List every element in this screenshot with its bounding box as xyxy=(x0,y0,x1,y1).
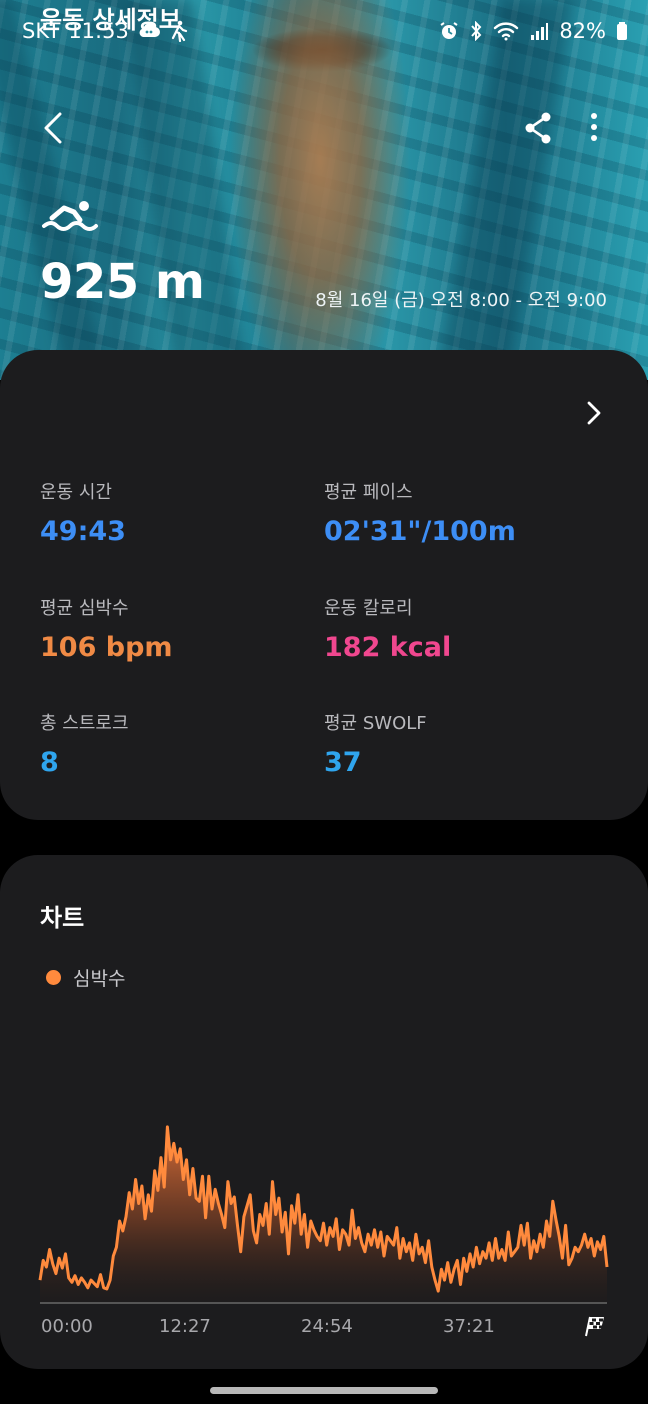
wifi-icon xyxy=(494,22,519,41)
chart-title: 차트 xyxy=(40,904,85,932)
more-options-icon[interactable] xyxy=(580,108,608,148)
x-tick-label: 00:00 xyxy=(41,1316,93,1337)
metric-value: 182 kcal xyxy=(324,632,452,663)
swimming-icon xyxy=(42,201,98,231)
metric-label: 평균 SWOLF xyxy=(324,713,427,734)
home-indicator[interactable] xyxy=(210,1387,438,1394)
distance-value: 925 m xyxy=(40,254,205,310)
legend-dot xyxy=(46,970,61,985)
back-arrow-icon[interactable] xyxy=(36,108,72,148)
metric-label: 운동 칼로리 xyxy=(324,598,413,619)
metric-label: 총 스트로크 xyxy=(40,713,129,734)
metric-label: 평균 페이스 xyxy=(324,482,413,503)
pool-lane-shadow xyxy=(0,0,108,380)
bluetooth-icon xyxy=(471,21,482,41)
metric-value: 37 xyxy=(324,747,362,778)
metric-value: 49:43 xyxy=(40,516,126,547)
battery-icon xyxy=(617,22,627,40)
heart-rate-chart[interactable] xyxy=(38,1110,609,1305)
finish-flag-icon xyxy=(585,1316,604,1337)
metric-value: 02'31"/100m xyxy=(324,516,516,547)
alarm-icon xyxy=(440,22,458,39)
metric-duration: 운동 시간 49:43 xyxy=(40,478,320,547)
metric-total-strokes: 총 스트로크 8 xyxy=(40,709,320,778)
x-tick-label: 37:21 xyxy=(443,1316,495,1337)
legend-label: 심박수 xyxy=(73,968,126,990)
pool-lane-shadow xyxy=(436,0,574,380)
chart-legend: 심박수 xyxy=(46,964,125,991)
metric-label: 운동 시간 xyxy=(40,482,112,503)
metric-value: 8 xyxy=(40,747,59,778)
workout-date-range: 8월 16일 (금) 오전 8:00 - 오전 9:00 xyxy=(315,290,607,311)
metric-avg-pace: 평균 페이스 02'31"/100m xyxy=(324,478,604,547)
signal-icon xyxy=(531,23,549,40)
x-tick-label: 24:54 xyxy=(301,1316,353,1337)
workout-details-title: 운동 상세정보 xyxy=(40,6,181,34)
metric-calories: 운동 칼로리 182 kcal xyxy=(324,594,604,663)
metric-avg-heart-rate: 평균 심박수 106 bpm xyxy=(40,594,320,663)
metric-label: 평균 심박수 xyxy=(40,598,129,619)
pool-lane-shadow xyxy=(123,0,247,380)
x-tick-label: 12:27 xyxy=(159,1316,211,1337)
hero-image: SKT 11:53 82% 925 m 8월 16일 (금) 오전 8:00 -… xyxy=(0,0,648,380)
metric-value: 106 bpm xyxy=(40,632,173,663)
battery-percent: 82% xyxy=(559,19,606,43)
share-icon[interactable] xyxy=(520,108,556,148)
chevron-right-icon[interactable] xyxy=(582,398,606,428)
metric-avg-swolf: 평균 SWOLF 37 xyxy=(324,709,604,778)
